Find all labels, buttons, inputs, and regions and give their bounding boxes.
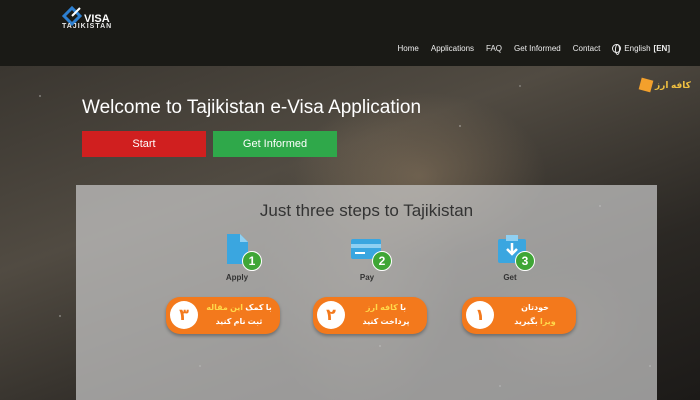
- logo-subtitle: TAJIKISTAN: [62, 23, 113, 30]
- welcome-heading: Welcome to Tajikistan e-Visa Application: [82, 97, 422, 118]
- badge-number: ۱: [466, 301, 494, 329]
- nav-home[interactable]: Home: [398, 44, 419, 53]
- language-code: [EN]: [653, 44, 670, 53]
- nav-get-informed[interactable]: Get Informed: [514, 44, 561, 53]
- badge-text: با کمک این مقاله ثبت نام کنید: [206, 303, 272, 326]
- step-apply: 1 Apply: [206, 231, 286, 291]
- steps-panel: Just three steps to Tajikistan 1 Apply 2…: [76, 185, 657, 400]
- badge-text: با کافه ارز پرداخت کنید: [362, 303, 410, 326]
- steps-title: Just three steps to Tajikistan: [259, 201, 474, 220]
- step-number: 2: [372, 251, 392, 271]
- nav-applications[interactable]: Applications: [431, 44, 474, 53]
- step-get: 3 Get: [479, 231, 559, 291]
- step-number: 3: [515, 251, 535, 271]
- promo-badge-get[interactable]: ۱ خودتان ویزا بگیرید: [462, 297, 576, 334]
- step-pay: 2 Pay: [336, 231, 416, 291]
- step-label: Pay: [359, 273, 375, 282]
- get-informed-button[interactable]: Get Informed: [213, 131, 337, 157]
- header: VISA TAJIKISTAN Home Applications FAQ Ge…: [0, 0, 700, 66]
- language-label: English: [624, 44, 651, 53]
- promo-badge-pay[interactable]: ۲ با کافه ارز پرداخت کنید: [313, 297, 427, 334]
- nav-contact[interactable]: Contact: [573, 44, 601, 53]
- cafe-arz-logo: کافه ارز: [638, 75, 698, 95]
- step-label: Apply: [225, 273, 249, 282]
- step-number: 1: [242, 251, 262, 271]
- nav-faq[interactable]: FAQ: [486, 44, 502, 53]
- cube-icon: [638, 77, 654, 93]
- promo-badge-register[interactable]: ۳ با کمک این مقاله ثبت نام کنید: [166, 297, 280, 334]
- main-nav: Home Applications FAQ Get Informed Conta…: [398, 44, 670, 55]
- badge-number: ۲: [317, 301, 345, 329]
- badge-text: خودتان ویزا بگیرید: [514, 303, 556, 326]
- language-selector[interactable]: English [EN]: [612, 44, 670, 55]
- side-logo-text: کافه ارز: [655, 79, 691, 90]
- start-button[interactable]: Start: [82, 131, 206, 157]
- badge-number: ۳: [170, 301, 198, 329]
- step-label: Get: [503, 273, 517, 282]
- globe-icon: [612, 44, 622, 55]
